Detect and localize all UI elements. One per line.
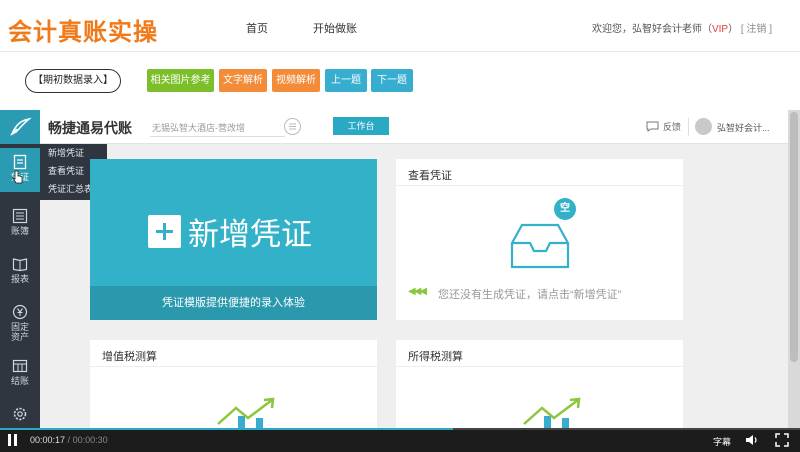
user-name: 弘智好会计... xyxy=(717,123,770,133)
app-header: 畅捷通易代账 无锡弘智大酒店-营改增 工作台 反馈 弘智好会计... xyxy=(40,110,788,144)
initial-data-entry-button[interactable]: 【期初数据录入】 xyxy=(25,69,121,93)
video-player-controls: 00:00:17 / 00:00:30 字幕 xyxy=(0,428,800,452)
playback-time: 00:00:17 / 00:00:30 xyxy=(30,435,108,445)
page: 会计真账实操 首页 开始做账 欢迎您，弘智好会计老师（VIP） [ 注销 ] 【… xyxy=(0,0,800,452)
company-underline xyxy=(150,136,285,137)
sidebar-item-label: 报表 xyxy=(10,274,29,284)
next-question-button[interactable]: 下一题 xyxy=(371,69,413,92)
site-logo[interactable]: 会计真账实操 xyxy=(8,12,158,47)
user-menu[interactable]: 弘智好会计... xyxy=(695,117,787,137)
card-divider xyxy=(90,366,377,367)
card-title: 查看凭证 xyxy=(408,170,452,182)
new-voucher-label: 新增凭证 xyxy=(188,217,312,252)
company-name[interactable]: 无锡弘智大酒店-营改增 xyxy=(152,121,245,134)
fullscreen-icon[interactable] xyxy=(775,433,789,447)
trend-chart-icon xyxy=(523,397,581,428)
arrows-icon: ◀◀◀ xyxy=(408,286,427,297)
welcome-text: 欢迎您，弘智好会计老师（VIP） [ 注销 ] xyxy=(592,20,772,35)
chat-bubble-icon xyxy=(646,121,659,132)
empty-badge: 空 xyxy=(554,198,576,220)
card-title: 所得税测算 xyxy=(408,351,463,363)
sidebar-item-ledger[interactable]: 账簿 xyxy=(0,202,40,246)
scrollbar-thumb[interactable] xyxy=(790,112,798,362)
progress-bar[interactable] xyxy=(0,428,800,430)
mouse-cursor-icon xyxy=(11,170,24,184)
empty-inbox-icon xyxy=(510,223,570,269)
welcome-suffix: ） xyxy=(728,24,739,35)
voucher-icon xyxy=(13,154,27,170)
new-voucher-footer: 凭证模版提供便捷的录入体验 xyxy=(90,286,377,320)
previous-question-button[interactable]: 上一题 xyxy=(325,69,367,92)
empty-message: 您还没有生成凭证，请点击“新增凭证” xyxy=(438,289,622,301)
close-account-icon xyxy=(12,359,28,373)
progress-fill xyxy=(0,428,454,430)
app-logo[interactable] xyxy=(0,110,40,144)
trend-chart-icon xyxy=(217,397,275,428)
ledger-icon xyxy=(12,208,28,224)
view-voucher-card: 查看凭证 空 ◀◀◀ 您还没有生成凭证，请点击“新增凭证” xyxy=(396,159,683,320)
income-tax-estimate-card[interactable]: 所得税测算 xyxy=(396,340,683,428)
header-divider xyxy=(688,118,689,136)
related-images-button[interactable]: 相关图片参考 xyxy=(147,69,214,92)
app-frame: 凭证 账簿 报表 xyxy=(0,110,788,428)
welcome-prefix: 欢迎您，弘智好会计老师（ xyxy=(591,24,712,35)
plus-icon xyxy=(148,215,181,248)
card-divider xyxy=(396,185,683,186)
app-title: 畅捷通易代账 xyxy=(48,120,132,136)
sidebar-item-settings[interactable] xyxy=(0,400,40,428)
feather-icon xyxy=(10,117,32,136)
current-time: 00:00:17 xyxy=(30,435,66,445)
feedback-link[interactable]: 反馈 xyxy=(646,120,681,133)
subtitles-button[interactable]: 字幕 xyxy=(713,435,731,448)
sidebar-item-label: 账簿 xyxy=(10,226,29,236)
document-icon[interactable] xyxy=(284,118,301,135)
sidebar: 凭证 账簿 报表 xyxy=(0,110,40,428)
vip-badge[interactable]: VIP xyxy=(712,24,728,35)
time-separator: / xyxy=(65,435,73,445)
settings-icon xyxy=(13,407,27,421)
report-icon xyxy=(12,258,28,272)
site-header: 会计真账实操 首页 开始做账 欢迎您，弘智好会计老师（VIP） [ 注销 ] xyxy=(0,0,800,52)
feedback-label: 反馈 xyxy=(663,122,682,132)
card-divider xyxy=(396,366,683,367)
logout-link[interactable]: [ 注销 ] xyxy=(741,24,772,35)
total-time: 00:00:30 xyxy=(72,435,108,445)
avatar xyxy=(695,118,712,135)
nav-start-accounting-link[interactable]: 开始做账 xyxy=(313,20,357,36)
sidebar-item-label: 固定资产 xyxy=(10,322,29,342)
text-analysis-button[interactable]: 文字解析 xyxy=(219,69,267,92)
nav-home-link[interactable]: 首页 xyxy=(246,20,268,36)
volume-icon[interactable] xyxy=(745,433,759,447)
card-title: 增值税测算 xyxy=(102,351,157,363)
vat-estimate-card[interactable]: 增值税测算 xyxy=(90,340,377,428)
fixed-asset-icon xyxy=(12,304,28,320)
exercise-toolbar: 【期初数据录入】 相关图片参考 文字解析 视频解析 上一题 下一题 xyxy=(0,52,800,110)
sidebar-item-report[interactable]: 报表 xyxy=(0,250,40,294)
new-voucher-card[interactable]: 新增凭证 凭证模版提供便捷的录入体验 xyxy=(90,159,377,320)
video-analysis-button[interactable]: 视频解析 xyxy=(272,69,320,92)
pause-icon[interactable] xyxy=(8,434,18,446)
sidebar-item-label: 结账 xyxy=(10,376,29,386)
sidebar-item-fixed-assets[interactable]: 固定资产 xyxy=(0,298,40,346)
workbench-button[interactable]: 工作台 xyxy=(333,117,389,135)
sidebar-item-close-account[interactable]: 结账 xyxy=(0,352,40,396)
